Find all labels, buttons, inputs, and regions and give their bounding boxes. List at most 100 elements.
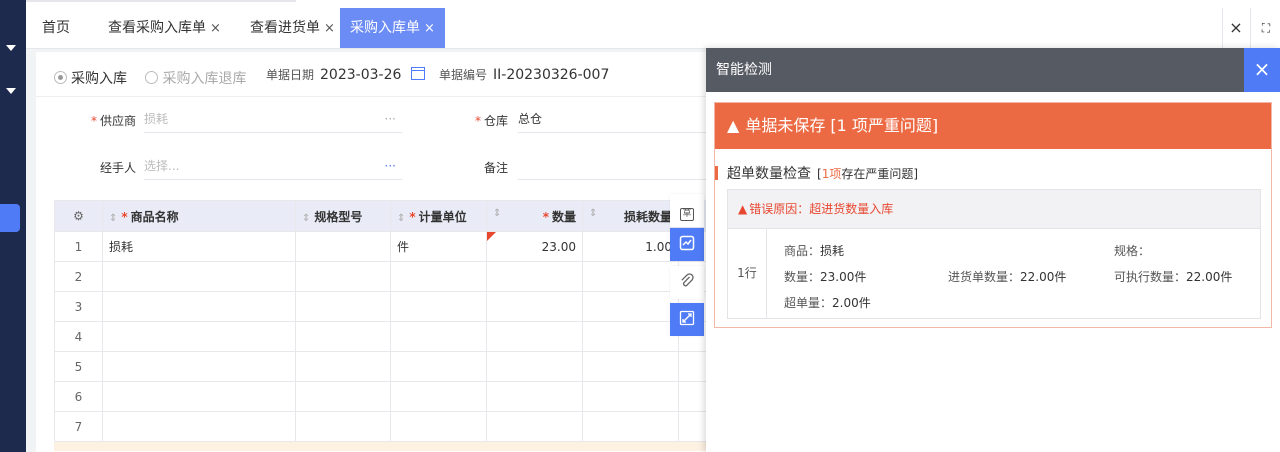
calendar-icon[interactable] — [411, 67, 426, 80]
chevron-down-icon[interactable] — [6, 88, 16, 94]
cell-name[interactable]: 损耗 — [102, 231, 296, 262]
check-name: 超单数量检查 — [727, 166, 811, 182]
warning-icon: ▲ — [738, 202, 748, 216]
close-icon[interactable]: × — [424, 21, 435, 36]
spec-item: 规格： — [1114, 244, 1151, 258]
table-row[interactable]: 6 — [54, 381, 707, 412]
cell-qty[interactable] — [486, 411, 583, 442]
column-settings[interactable]: ⚙ — [54, 200, 103, 232]
tab-label: 查看进货单 — [250, 20, 320, 36]
cell-qty[interactable] — [486, 381, 583, 412]
cell-qty[interactable] — [486, 351, 583, 382]
table-row[interactable]: 1 损耗 件 23.00 1.00 — [54, 231, 707, 262]
close-icon[interactable]: × — [210, 21, 221, 36]
cell-loss[interactable] — [582, 321, 679, 352]
gear-icon[interactable]: ⚙ — [73, 209, 84, 223]
section-marker — [715, 166, 718, 180]
column-header-unit[interactable]: ⇕ * 计量单位 — [390, 200, 487, 232]
cell-name[interactable] — [102, 291, 296, 322]
smart-check-button[interactable] — [670, 228, 704, 261]
cell-spec[interactable] — [295, 321, 391, 352]
cell-spec[interactable] — [295, 351, 391, 382]
sort-icon[interactable]: ⇕ — [109, 213, 117, 224]
sort-icon[interactable]: ⇕ — [493, 208, 501, 219]
cell-loss[interactable] — [582, 411, 679, 442]
cell-loss[interactable]: 1.00 — [582, 231, 679, 262]
cell-name[interactable] — [102, 261, 296, 292]
cell-qty[interactable]: 23.00 — [486, 231, 583, 262]
cell-spec[interactable] — [295, 381, 391, 412]
tab-bar-top-line — [26, 0, 296, 2]
column-header-loss[interactable]: ⇕ 损耗数量 — [582, 200, 679, 232]
chevron-down-icon[interactable] — [6, 45, 16, 51]
fullscreen-button[interactable]: ⛶ — [1250, 8, 1280, 48]
tab-view-purchase-receipt[interactable]: 查看采购入库单 × — [108, 8, 221, 48]
cell-unit[interactable] — [390, 381, 487, 412]
column-header-name[interactable]: ⇕ * 商品名称 — [102, 200, 296, 232]
date-label: 单据日期 — [266, 68, 315, 82]
date-value[interactable]: 2023-03-26 — [320, 67, 401, 83]
cell-loss[interactable] — [582, 351, 679, 382]
cell-loss[interactable] — [582, 381, 679, 412]
sidenav-active-indicator[interactable] — [0, 204, 20, 232]
table-row[interactable]: 5 — [54, 351, 707, 382]
paperclip-icon — [681, 273, 694, 287]
tab-home[interactable]: 首页 — [42, 8, 70, 48]
goods-table: ⚙ ⇕ * 商品名称 ⇕ 规格型号 ⇕ * 计量单位 ⇕ * 数量 ⇕ 损耗数量 1 损耗 件 … — [54, 200, 707, 451]
cell-unit[interactable] — [390, 291, 487, 322]
cell-spec[interactable] — [295, 231, 391, 262]
remark-field[interactable] — [518, 153, 706, 180]
cell-spec[interactable] — [295, 411, 391, 442]
cell-unit[interactable] — [390, 321, 487, 352]
supplier-field[interactable]: 损耗 ··· — [144, 106, 402, 133]
cell-unit[interactable] — [390, 411, 487, 442]
more-icon[interactable]: ··· — [385, 106, 396, 132]
expand-button[interactable] — [670, 303, 704, 336]
tab-purchase-receipt[interactable]: 采购入库单 × — [340, 8, 445, 48]
cell-name[interactable] — [102, 351, 296, 382]
sort-icon[interactable]: ⇕ — [589, 208, 597, 219]
table-row[interactable]: 4 — [54, 321, 707, 352]
cell-spec[interactable] — [295, 261, 391, 292]
table-row[interactable]: 2 — [54, 261, 707, 292]
draft-button[interactable]: 草 — [670, 194, 704, 227]
cell-qty[interactable] — [486, 261, 583, 292]
cell-qty[interactable] — [486, 321, 583, 352]
column-header-spec[interactable]: ⇕ 规格型号 — [295, 200, 391, 232]
table-row[interactable]: 3 — [54, 291, 707, 322]
close-panel-button[interactable]: × — [1244, 48, 1280, 92]
cell-spec[interactable] — [295, 291, 391, 322]
cell-name[interactable] — [102, 411, 296, 442]
cell-unit[interactable]: 件 — [390, 231, 487, 262]
cell-qty[interactable] — [486, 291, 583, 322]
radio-purchase-in[interactable]: 采购入库 — [54, 68, 127, 88]
handler-field[interactable]: 选择... ··· — [144, 153, 402, 180]
warning-icon: ▲ — [727, 116, 740, 135]
cell-loss[interactable] — [582, 291, 679, 322]
header-label: 规格型号 — [314, 209, 363, 224]
table-row[interactable]: 7 — [54, 411, 707, 442]
column-header-qty[interactable]: ⇕ * 数量 — [486, 200, 583, 232]
warehouse-field[interactable]: 总仓 — [518, 106, 706, 133]
remark-label: 备注 — [456, 159, 508, 176]
more-icon[interactable]: ··· — [385, 153, 396, 179]
row-reference[interactable]: 1行 — [728, 229, 767, 318]
attachment-button[interactable] — [670, 266, 704, 299]
issue-count: 1项 — [821, 167, 842, 181]
cell-name[interactable] — [102, 381, 296, 412]
cell-unit[interactable] — [390, 351, 487, 382]
cell-unit[interactable] — [390, 261, 487, 292]
goods-value: 损耗 — [820, 244, 845, 258]
warehouse-value: 总仓 — [518, 112, 543, 126]
sort-icon[interactable]: ⇕ — [397, 213, 405, 224]
row-index: 4 — [54, 321, 103, 352]
sort-icon[interactable]: ⇕ — [302, 213, 310, 224]
cell-loss[interactable] — [582, 261, 679, 292]
cell-name[interactable] — [102, 321, 296, 352]
tab-view-purchase-order[interactable]: 查看进货单 × — [250, 8, 335, 48]
close-icon[interactable]: × — [324, 21, 335, 36]
required-mark: * — [542, 209, 549, 224]
panel-title: 智能检测 — [716, 62, 772, 78]
close-tabs-button[interactable]: × — [1222, 8, 1249, 48]
radio-purchase-return[interactable]: 采购入库退库 — [145, 68, 246, 88]
